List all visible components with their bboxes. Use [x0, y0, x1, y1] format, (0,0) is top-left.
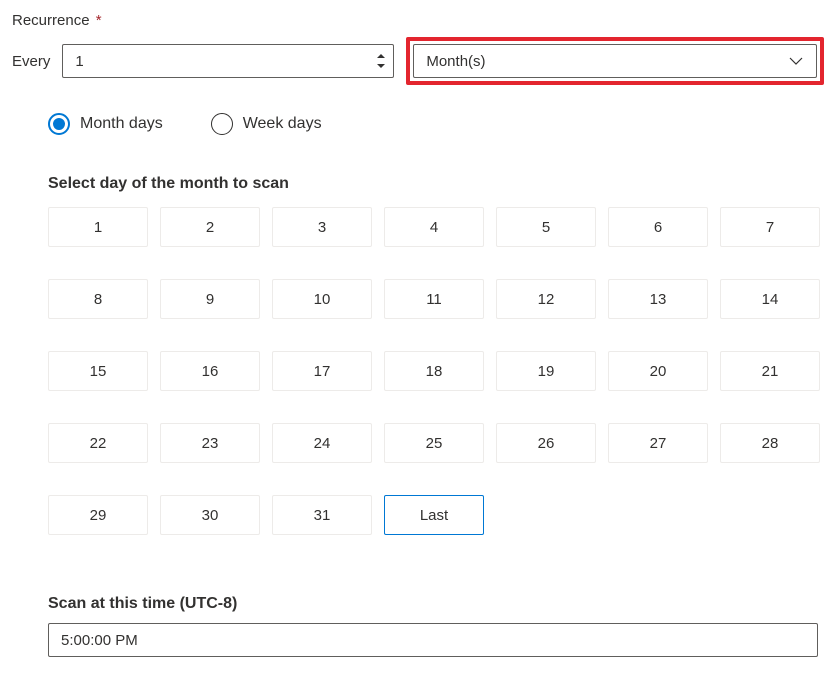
every-row: Every Month(s) — [12, 37, 824, 85]
day-cell-22[interactable]: 22 — [48, 423, 148, 463]
scan-time-label: Scan at this time (UTC-8) — [48, 595, 824, 613]
day-cell-11[interactable]: 11 — [384, 279, 484, 319]
day-cell-6[interactable]: 6 — [608, 207, 708, 247]
day-cell-30[interactable]: 30 — [160, 495, 260, 535]
day-cell-20[interactable]: 20 — [608, 351, 708, 391]
radio-month-days-label: Month days — [80, 115, 163, 133]
day-cell-10[interactable]: 10 — [272, 279, 372, 319]
day-cell-21[interactable]: 21 — [720, 351, 820, 391]
day-cell-26[interactable]: 26 — [496, 423, 596, 463]
day-cell-last[interactable]: Last — [384, 495, 484, 535]
required-asterisk: * — [96, 12, 102, 29]
unit-dropdown-value: Month(s) — [426, 53, 788, 70]
day-cell-5[interactable]: 5 — [496, 207, 596, 247]
day-grid: 1234567891011121314151617181920212223242… — [48, 207, 824, 535]
day-cell-3[interactable]: 3 — [272, 207, 372, 247]
day-cell-29[interactable]: 29 — [48, 495, 148, 535]
day-cell-18[interactable]: 18 — [384, 351, 484, 391]
day-cell-8[interactable]: 8 — [48, 279, 148, 319]
radio-unchecked-icon — [211, 113, 233, 135]
spinner-controls — [374, 51, 388, 71]
day-cell-28[interactable]: 28 — [720, 423, 820, 463]
chevron-down-icon — [788, 53, 804, 69]
recurrence-label: Recurrence * — [12, 12, 824, 29]
day-cell-12[interactable]: 12 — [496, 279, 596, 319]
chevron-down-icon — [377, 64, 385, 68]
day-cell-31[interactable]: 31 — [272, 495, 372, 535]
day-cell-13[interactable]: 13 — [608, 279, 708, 319]
radio-month-days[interactable]: Month days — [48, 113, 163, 135]
day-cell-19[interactable]: 19 — [496, 351, 596, 391]
day-cell-14[interactable]: 14 — [720, 279, 820, 319]
radio-dot-icon — [53, 118, 65, 130]
day-cell-9[interactable]: 9 — [160, 279, 260, 319]
spinner-down-button[interactable] — [374, 61, 388, 71]
day-cell-25[interactable]: 25 — [384, 423, 484, 463]
every-input[interactable] — [62, 44, 394, 78]
radio-week-days-label: Week days — [243, 115, 322, 133]
radio-week-days[interactable]: Week days — [211, 113, 322, 135]
day-cell-4[interactable]: 4 — [384, 207, 484, 247]
day-cell-16[interactable]: 16 — [160, 351, 260, 391]
scan-time-input[interactable] — [48, 623, 818, 657]
recurrence-label-text: Recurrence — [12, 12, 90, 29]
day-cell-24[interactable]: 24 — [272, 423, 372, 463]
day-select-heading: Select day of the month to scan — [48, 175, 824, 193]
day-cell-15[interactable]: 15 — [48, 351, 148, 391]
day-cell-17[interactable]: 17 — [272, 351, 372, 391]
spinner-up-button[interactable] — [374, 51, 388, 61]
radio-checked-icon — [48, 113, 70, 135]
every-label: Every — [12, 53, 50, 70]
day-cell-7[interactable]: 7 — [720, 207, 820, 247]
day-type-radio-group: Month days Week days — [48, 113, 824, 135]
unit-dropdown[interactable]: Month(s) — [413, 44, 817, 78]
every-spinner[interactable] — [62, 44, 394, 78]
day-cell-27[interactable]: 27 — [608, 423, 708, 463]
day-cell-23[interactable]: 23 — [160, 423, 260, 463]
day-cell-2[interactable]: 2 — [160, 207, 260, 247]
day-cell-1[interactable]: 1 — [48, 207, 148, 247]
unit-dropdown-highlight: Month(s) — [406, 37, 824, 85]
chevron-up-icon — [377, 54, 385, 58]
